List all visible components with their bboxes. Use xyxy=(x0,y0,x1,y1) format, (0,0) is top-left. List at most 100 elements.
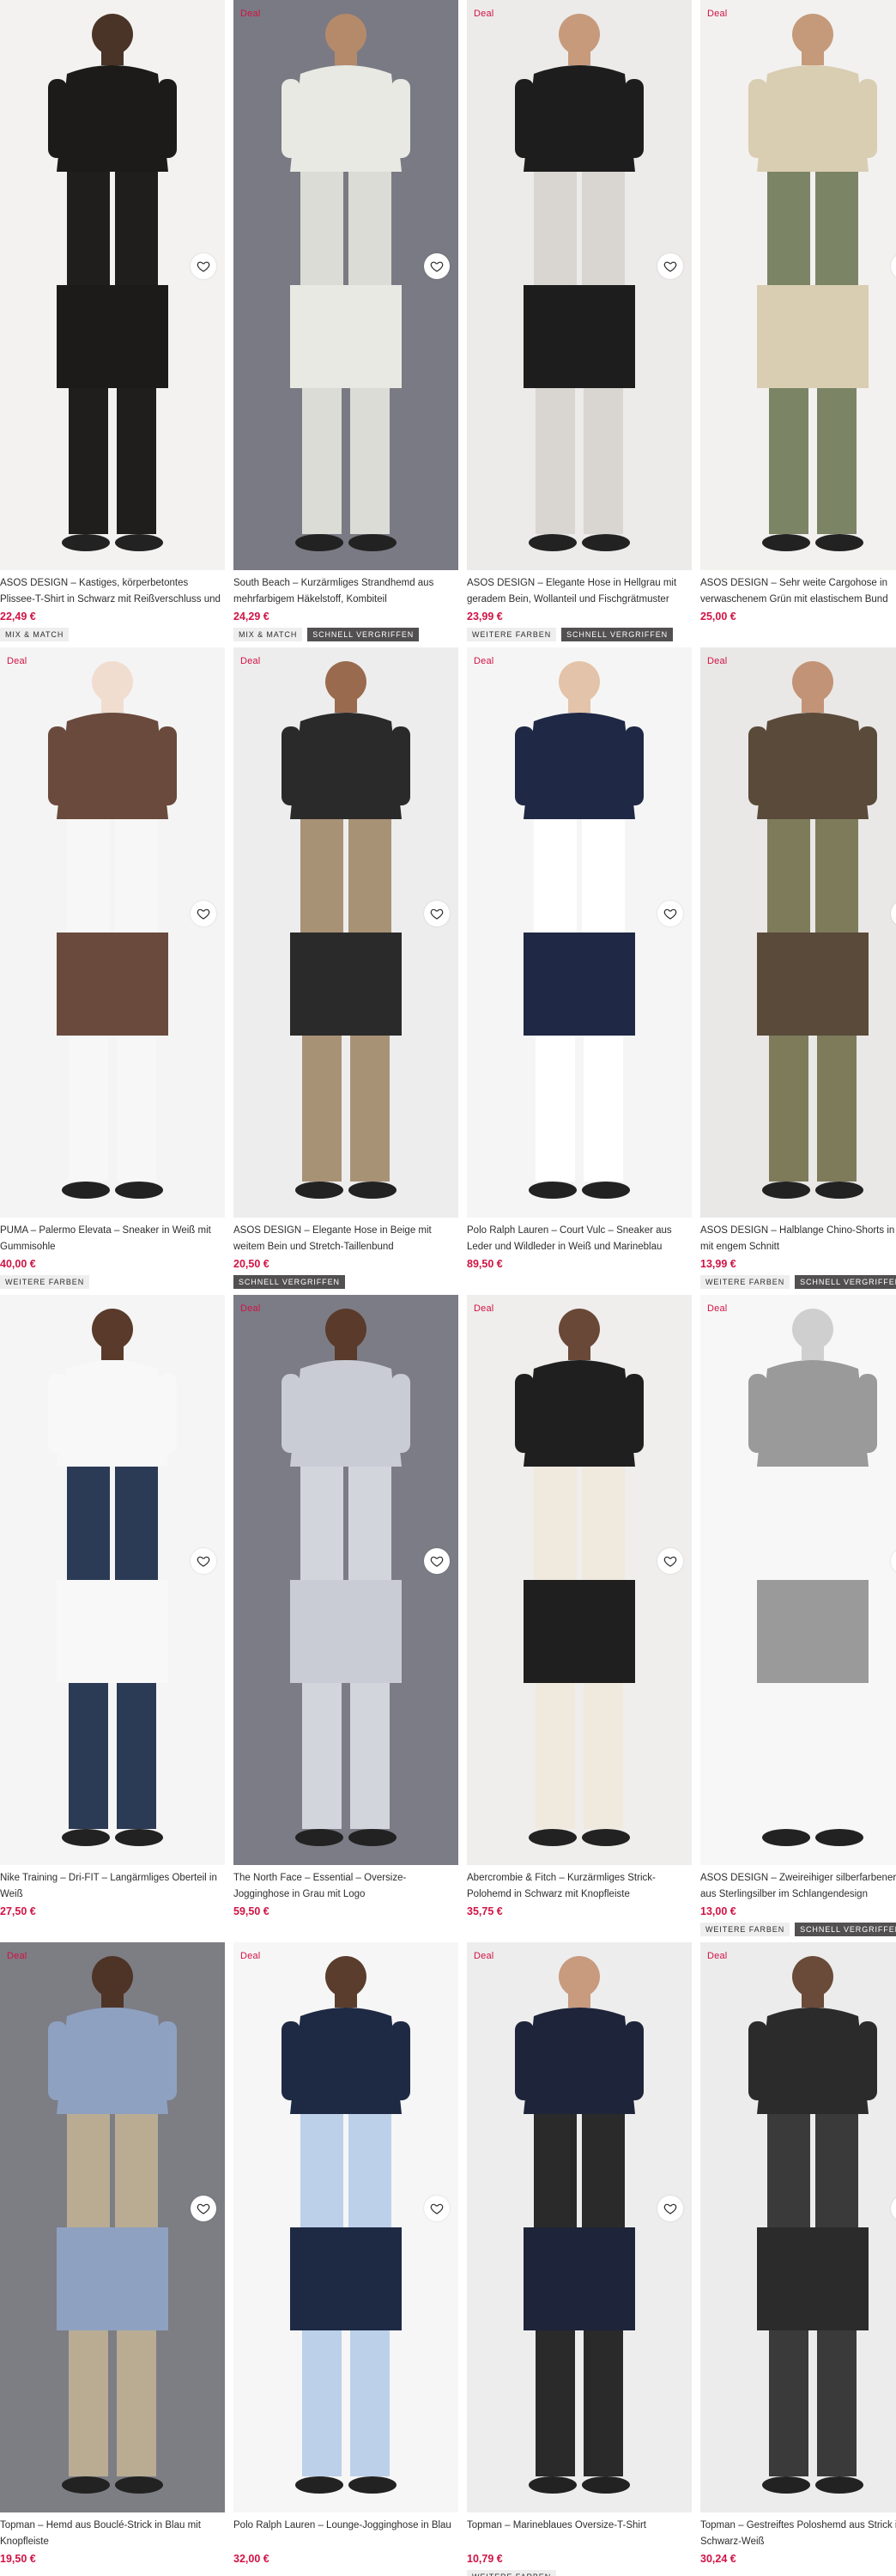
deal-badge: Deal xyxy=(240,1951,261,1961)
wishlist-button[interactable] xyxy=(424,901,450,927)
product-tags xyxy=(467,1923,692,1936)
product-photo-main xyxy=(467,647,692,933)
wishlist-button[interactable] xyxy=(424,253,450,279)
wishlist-button[interactable] xyxy=(657,2196,683,2221)
product-tags: SCHNELL VERGRIFFEN xyxy=(233,1275,458,1289)
product-photo-alt xyxy=(0,285,225,570)
wishlist-button[interactable] xyxy=(424,2196,450,2221)
more-colours-tag: WEITERE FARBEN xyxy=(467,628,557,641)
wishlist-button[interactable] xyxy=(191,901,216,927)
product-photo-alt xyxy=(467,1580,692,1865)
mix-match-tag: MIX & MATCH xyxy=(233,628,303,641)
product-photo-alt xyxy=(700,933,896,1218)
product-title[interactable]: PUMA – Palermo Elevata – Sneaker in Weiß… xyxy=(0,1223,225,1255)
product-price: 13,99 € xyxy=(700,1258,736,1270)
product-photo-main xyxy=(233,1295,458,1580)
product-image[interactable]: Deal xyxy=(700,0,896,570)
wishlist-button[interactable] xyxy=(657,901,683,927)
product-photo-alt xyxy=(0,933,225,1218)
wishlist-button[interactable] xyxy=(191,2196,216,2221)
product-photo-main xyxy=(700,647,896,933)
product-price: 40,00 € xyxy=(0,1258,36,1270)
product-title[interactable]: ASOS DESIGN – Elegante Hose in Hellgrau … xyxy=(467,575,692,608)
product-title[interactable]: ASOS DESIGN – Elegante Hose in Beige mit… xyxy=(233,1223,458,1255)
product-photo-alt xyxy=(233,2227,458,2512)
product-price: 10,79 € xyxy=(467,2553,503,2565)
product-title[interactable]: ASOS DESIGN – Halblange Chino-Shorts in … xyxy=(700,1223,896,1255)
product-image[interactable]: Deal xyxy=(700,1295,896,1865)
product-image[interactable]: Deal xyxy=(0,1942,225,2512)
heart-outline-icon xyxy=(430,2203,444,2215)
product-price: 22,49 € xyxy=(0,611,36,623)
product-image[interactable]: Deal xyxy=(467,1942,692,2512)
selling-fast-tag: SCHNELL VERGRIFFEN xyxy=(307,628,420,641)
product-image[interactable]: Deal xyxy=(233,1295,458,1865)
product-title[interactable]: South Beach – Kurzärmliges Strandhemd au… xyxy=(233,575,458,608)
product-image[interactable]: Deal xyxy=(233,0,458,570)
product-title[interactable]: ASOS DESIGN – Zweireihiger silberfarbene… xyxy=(700,1870,896,1903)
more-colours-tag: WEITERE FARBEN xyxy=(700,1923,790,1936)
product-image[interactable]: Deal xyxy=(467,647,692,1218)
product-photo-main xyxy=(0,647,225,933)
wishlist-button[interactable] xyxy=(657,1548,683,1574)
product-title[interactable]: The North Face – Essential – Oversize-Jo… xyxy=(233,1870,458,1903)
product-tags: WEITERE FARBEN xyxy=(0,1275,225,1289)
product-image[interactable]: Deal xyxy=(467,0,692,570)
product-title[interactable]: ASOS DESIGN – Kastiges, körperbetontes P… xyxy=(0,575,225,608)
product-photo-alt xyxy=(0,1580,225,1865)
mix-match-tag: MIX & MATCH xyxy=(0,628,70,641)
product-image[interactable]: Deal xyxy=(233,647,458,1218)
product-image[interactable]: Deal xyxy=(0,647,225,1218)
product-title[interactable]: Topman – Gestreiftes Poloshemd aus Stric… xyxy=(700,2518,896,2550)
product-image[interactable] xyxy=(0,1295,225,1865)
wishlist-button[interactable] xyxy=(424,1548,450,1574)
product-photo-main xyxy=(700,1295,896,1580)
product-tags xyxy=(233,1923,458,1936)
product-info: Topman – Gestreiftes Poloshemd aus Stric… xyxy=(700,2518,896,2576)
product-image[interactable] xyxy=(0,0,225,570)
more-colours-tag: WEITERE FARBEN xyxy=(0,1275,90,1289)
product-info: ASOS DESIGN – Halblange Chino-Shorts in … xyxy=(700,1223,896,1289)
heart-outline-icon xyxy=(197,908,210,920)
wishlist-button[interactable] xyxy=(191,253,216,279)
product-photo-alt xyxy=(233,285,458,570)
selling-fast-tag: SCHNELL VERGRIFFEN xyxy=(795,1275,896,1289)
product-image[interactable]: Deal xyxy=(700,1942,896,2512)
product-info: Topman – Hemd aus Bouclé-Strick in Blau … xyxy=(0,2518,225,2576)
product-price: 27,50 € xyxy=(0,1905,36,1917)
product-info: Abercrombie & Fitch – Kurzärmliges Stric… xyxy=(467,1870,692,1936)
product-title[interactable]: Topman – Hemd aus Bouclé-Strick in Blau … xyxy=(0,2518,225,2550)
product-title[interactable]: ASOS DESIGN – Sehr weite Cargohose in ve… xyxy=(700,575,896,608)
more-colours-tag: WEITERE FARBEN xyxy=(467,2570,557,2576)
product-info: PUMA – Palermo Elevata – Sneaker in Weiß… xyxy=(0,1223,225,1289)
product-photo-main xyxy=(700,1942,896,2227)
product-title[interactable]: Abercrombie & Fitch – Kurzärmliges Stric… xyxy=(467,1870,692,1903)
product-title[interactable]: Nike Training – Dri-FIT – Langärmliges O… xyxy=(0,1870,225,1903)
deal-badge: Deal xyxy=(7,656,27,666)
product-info: ASOS DESIGN – Kastiges, körperbetontes P… xyxy=(0,575,225,641)
product-photo-alt xyxy=(467,2227,692,2512)
deal-badge: Deal xyxy=(707,9,728,19)
deal-badge: Deal xyxy=(240,656,261,666)
product-title[interactable]: Topman – Marineblaues Oversize-T-Shirt xyxy=(467,2518,692,2550)
product-photo-main xyxy=(233,1942,458,2227)
product-info: South Beach – Kurzärmliges Strandhemd au… xyxy=(233,575,458,641)
product-image[interactable]: Deal xyxy=(233,1942,458,2512)
product-price: 23,99 € xyxy=(467,611,503,623)
selling-fast-tag: SCHNELL VERGRIFFEN xyxy=(795,1923,896,1936)
product-info: ASOS DESIGN – Zweireihiger silberfarbene… xyxy=(700,1870,896,1936)
product-price: 59,50 € xyxy=(233,1905,269,1917)
product-image[interactable]: Deal xyxy=(467,1295,692,1865)
product-info: ASOS DESIGN – Elegante Hose in Beige mit… xyxy=(233,1223,458,1289)
product-image[interactable]: Deal xyxy=(700,647,896,1218)
product-price: 20,50 € xyxy=(233,1258,269,1270)
wishlist-button[interactable] xyxy=(657,253,683,279)
product-tags xyxy=(700,2570,896,2576)
product-title[interactable]: Polo Ralph Lauren – Lounge-Jogginghose i… xyxy=(233,2518,458,2550)
product-price: 19,50 € xyxy=(0,2553,36,2565)
product-info: Topman – Marineblaues Oversize-T-Shirt 10… xyxy=(467,2518,692,2576)
product-price: 35,75 € xyxy=(467,1905,503,1917)
wishlist-button[interactable] xyxy=(191,1548,216,1574)
product-title[interactable]: Polo Ralph Lauren – Court Vulc – Sneaker… xyxy=(467,1223,692,1255)
product-tags: WEITERE FARBEN SCHNELL VERGRIFFEN xyxy=(700,1923,896,1936)
